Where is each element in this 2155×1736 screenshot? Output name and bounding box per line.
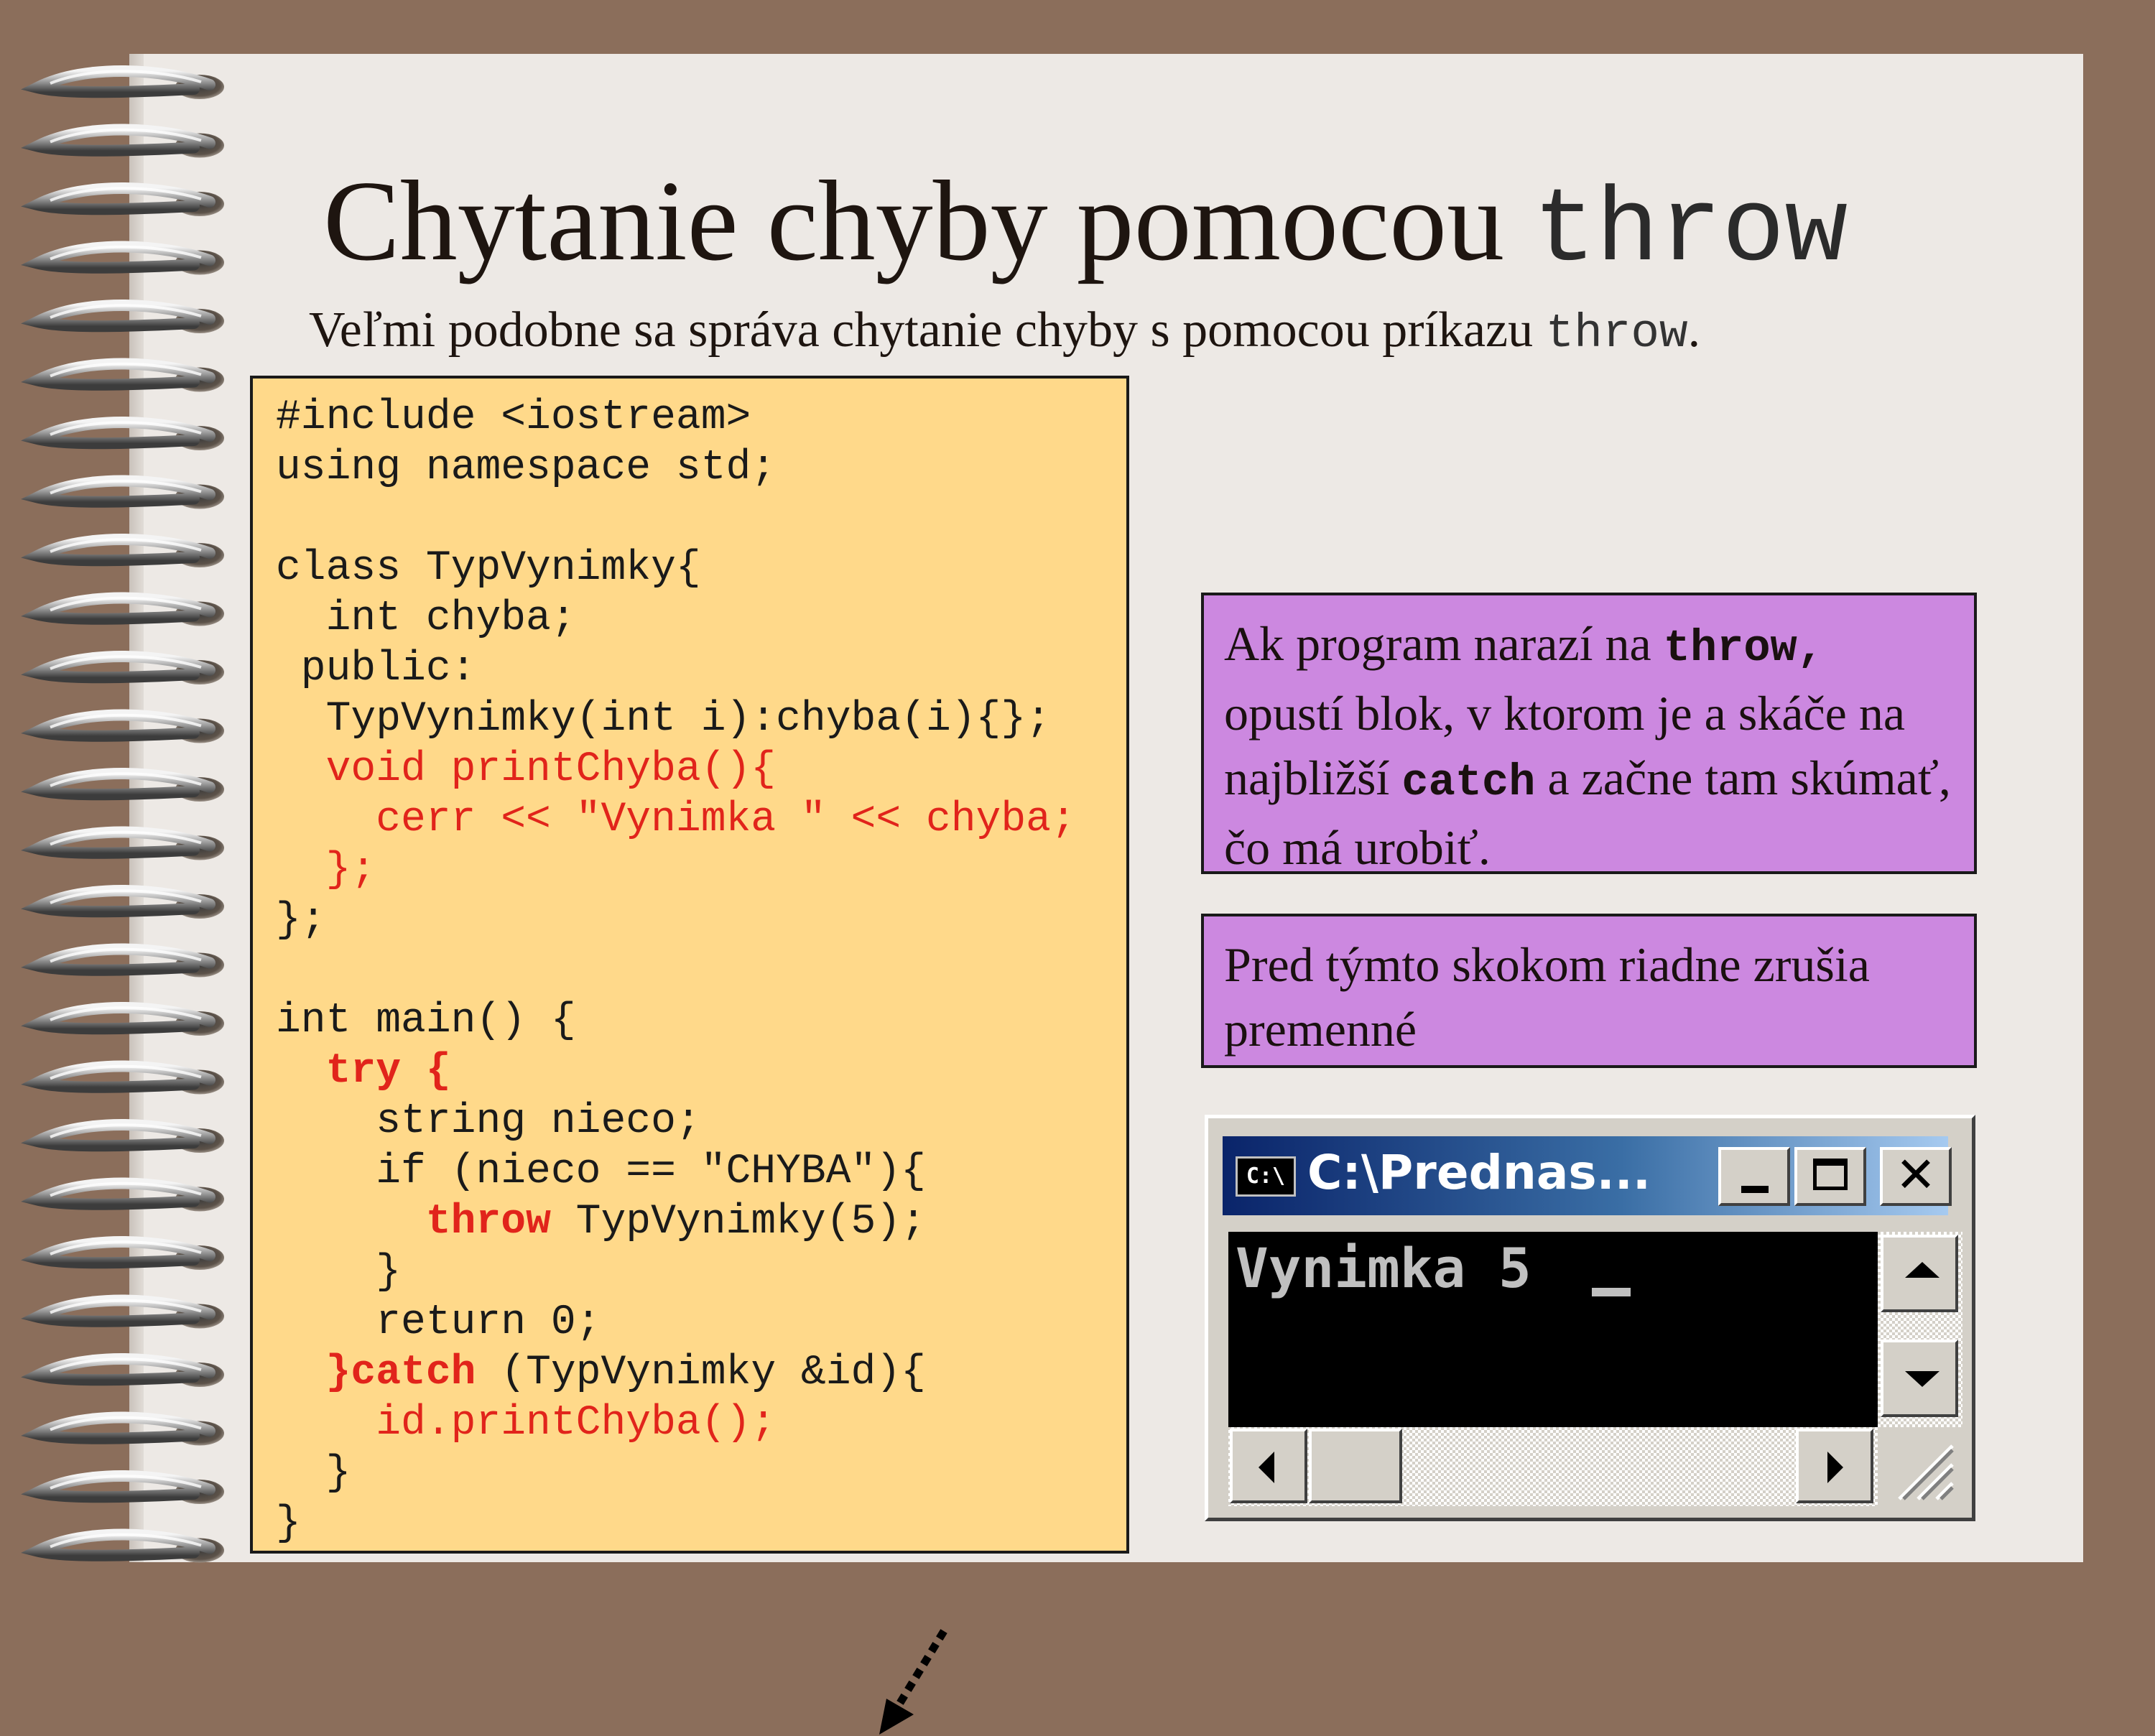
maximize-button[interactable] (1794, 1147, 1866, 1206)
code-line-catch: }catch (TypVynimky &id){ (325, 1350, 926, 1396)
title-main: Chytanie chyby pomocou (323, 157, 1534, 284)
spiral-binding-icon (21, 65, 224, 1563)
horizontal-scrollbar[interactable] (1228, 1427, 1878, 1506)
arrow-up-icon (1905, 1262, 1940, 1278)
code-line: TypVynimky(int i):chyba(i){}; (276, 696, 1051, 743)
vertical-scrollbar[interactable] (1878, 1232, 1962, 1427)
code-line: int main() { (276, 998, 576, 1044)
scroll-up-button[interactable] (1881, 1235, 1958, 1312)
console-window: C:\ C:\Prednas... ✕ Vynimka 5 (1205, 1115, 1975, 1521)
console-output-area[interactable]: Vynimka 5 (1228, 1232, 1878, 1427)
code-line: return 0; (276, 1299, 601, 1346)
close-button[interactable]: ✕ (1880, 1147, 1952, 1206)
scroll-right-button[interactable] (1796, 1429, 1873, 1503)
code-line: }; (276, 847, 376, 893)
title-code: throw (1533, 172, 1848, 291)
note-text: Pred týmto skokom riadne zrušia premenné (1224, 937, 1870, 1057)
arrow-right-icon (1827, 1452, 1843, 1483)
arrow-left-icon (1259, 1452, 1274, 1483)
note-keyword-catch: catch (1401, 757, 1536, 808)
scroll-left-button[interactable] (1230, 1429, 1307, 1503)
code-line: #include <iostream> (276, 394, 751, 441)
console-titlebar[interactable]: C:\ C:\Prednas... ✕ (1223, 1136, 1952, 1215)
resize-grip[interactable] (1878, 1427, 1962, 1506)
note-text: Ak program narazí na (1224, 616, 1664, 671)
slide-title: Chytanie chyby pomocou throw (323, 154, 1848, 291)
console-title: C:\Prednas... (1307, 1145, 1651, 1200)
jump-arrow-icon (879, 1629, 947, 1735)
variables-note: Pred týmto skokom riadne zrušia premenné (1201, 914, 1977, 1068)
code-line: class TypVynimky{ (276, 545, 701, 592)
code-line: string nieco; (276, 1098, 701, 1145)
slide-subtitle: Veľmi podobne sa správa chytanie chyby s… (309, 302, 1700, 361)
text-cursor (1592, 1288, 1631, 1296)
subtitle-text: Veľmi podobne sa správa chytanie chyby s… (309, 302, 1546, 358)
subtitle-code: throw (1545, 307, 1688, 361)
minimize-button[interactable] (1718, 1147, 1790, 1206)
code-line: id.printChyba(); (276, 1400, 777, 1447)
code-listing-box: #include <iostream> using namespace std;… (250, 376, 1129, 1735)
code-line: if (nieco == "CHYBA"){ (276, 1148, 926, 1195)
code-line: } (276, 1500, 301, 1547)
code-line: public: (276, 646, 476, 692)
code-line: void printChyba(){ (276, 746, 777, 793)
code-line: cerr << "Vynimka " << chyba; (276, 797, 1076, 843)
code-line: try { (276, 1048, 451, 1095)
console-icon: C:\ (1236, 1156, 1296, 1197)
scroll-down-button[interactable] (1881, 1340, 1958, 1417)
subtitle-end: . (1687, 302, 1701, 358)
close-icon: ✕ (1895, 1147, 1937, 1204)
console-output: Vynimka 5 (1236, 1236, 1531, 1300)
resize-grip-icon (1898, 1444, 1954, 1500)
arrow-down-icon (1905, 1371, 1940, 1387)
code-line: using namespace std; (276, 445, 777, 491)
code-line: } (276, 1450, 351, 1497)
code-line: } (276, 1249, 402, 1296)
throw-explanation-note: Ak program narazí na throw, opustí blok,… (1201, 593, 1977, 875)
code-line-throw: throw TypVynimky(5); (425, 1199, 926, 1245)
code-line: int chyba; (276, 595, 576, 642)
code-line: }; (276, 897, 326, 944)
scroll-thumb[interactable] (1309, 1429, 1402, 1503)
note-keyword-throw: throw, (1663, 623, 1824, 674)
code-listing: #include <iostream> using namespace std;… (276, 393, 1076, 1549)
